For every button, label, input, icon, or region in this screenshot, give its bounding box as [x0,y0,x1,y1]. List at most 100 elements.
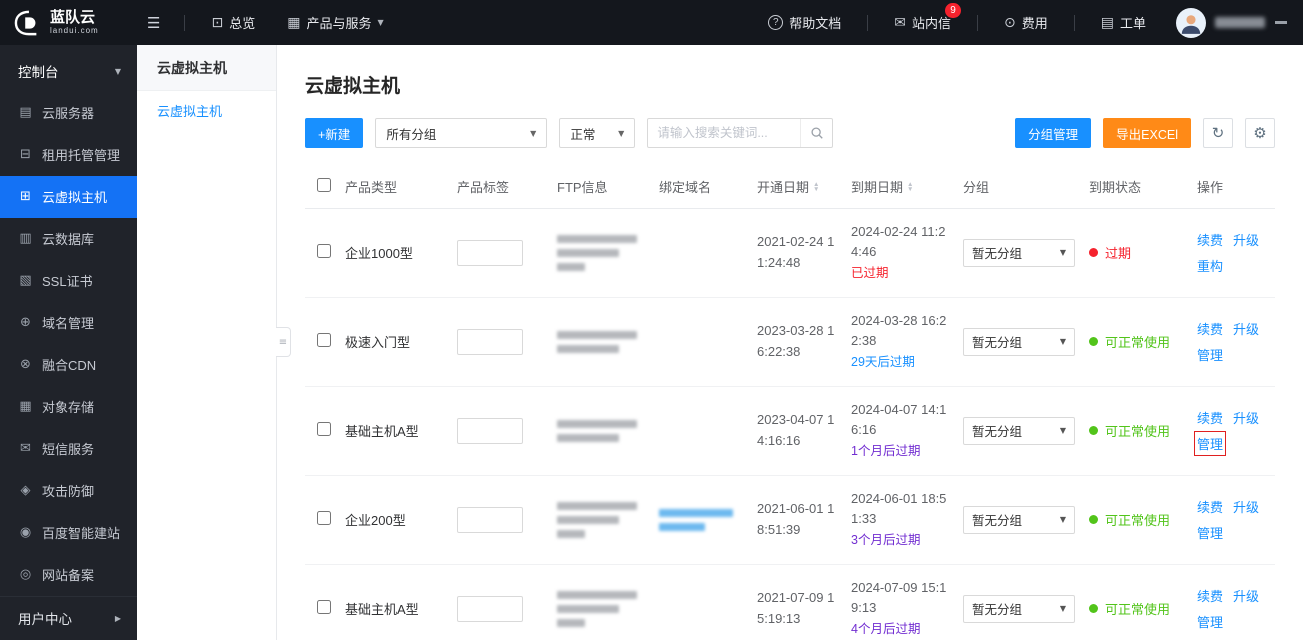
brand-logo[interactable]: 蓝队云 landui.com [0,10,137,36]
nav-help-docs[interactable]: ? 帮助文档 [752,0,857,45]
sidebar-item[interactable]: ⊗ 融合CDN [0,344,137,386]
group-select[interactable]: 暂无分组 ▼ [963,505,1075,534]
renew-link[interactable]: 续费 [1197,230,1223,249]
group-filter-value: 所有分组 [386,127,437,142]
nav-billing[interactable]: ⊙ 费用 [988,0,1064,45]
select-all-checkbox[interactable] [317,178,331,193]
renew-link[interactable]: 续费 [1197,408,1223,427]
refresh-button[interactable]: ↻ [1203,118,1233,148]
nav-products[interactable]: ▦ 产品与服务 ▼ [271,0,399,45]
new-button[interactable]: +新建 [305,118,364,148]
sidebar-item[interactable]: ⊕ 域名管理 [0,302,137,344]
status-badge: 可正常使用 [1089,599,1191,618]
group-filter-select[interactable]: 所有分组 ▼ [375,118,548,148]
avatar[interactable] [1176,7,1206,38]
chevron-down-icon: ▼ [1059,426,1066,435]
group-select[interactable]: 暂无分组 ▼ [963,327,1075,356]
sidebar-item[interactable]: ⊟ 租用托管管理 [0,134,137,176]
chevron-down-icon: ▼ [530,128,537,138]
product-type: 企业1000型 [345,208,457,298]
row-checkbox[interactable] [317,244,331,258]
status-filter-select[interactable]: 正常 ▼ [559,118,636,148]
sidebar-item-label: 云虚拟主机 [42,190,108,206]
group-manage-button[interactable]: 分组管理 [1015,118,1092,148]
database-icon: ▥ [19,231,32,247]
group-select[interactable]: 暂无分组 ▼ [963,238,1075,267]
sidebar-collapse-icon[interactable]: ☰ [147,14,160,32]
row-checkbox[interactable] [317,333,331,347]
upgrade-link[interactable]: 升级 [1233,230,1259,249]
sidebar-item[interactable]: ▦ 对象存储 [0,386,137,428]
upgrade-link[interactable]: 升级 [1233,586,1259,605]
manage-link[interactable]: 管理 [1197,523,1223,542]
submenu-toggle-handle[interactable]: ≡ [276,327,291,357]
row-checkbox[interactable] [317,511,331,525]
row-checkbox[interactable] [317,600,331,614]
row-actions: 续费 升级 管理 [1197,497,1277,542]
sidebar-item-user-center[interactable]: 用户中心 ▶ [0,595,137,640]
sidebar-item[interactable]: ▧ SSL证书 [0,260,137,302]
product-tag-input[interactable] [457,328,523,355]
search-input[interactable] [648,126,801,140]
renew-link[interactable]: 续费 [1197,319,1223,338]
manage-link[interactable]: 管理 [1197,345,1223,364]
body-wrapper: 控制台 ▼ ▤ 云服务器 ⊟ 租用托管管理 ⊞ 云虚拟主机 ▥ 云数据库 ▧ SSL证书 ⊕ 域名管理… [0,45,1303,640]
group-select[interactable]: 暂无分组 ▼ [963,594,1075,623]
column-header: 到期状态 [1089,166,1197,209]
sidebar-item-label: 云数据库 [42,232,95,248]
upgrade-link[interactable]: 升级 [1233,408,1259,427]
submenu-item[interactable]: 云虚拟主机 [137,91,276,133]
row-checkbox[interactable] [317,422,331,436]
nav-overview[interactable]: ⊡ 总览 [195,0,271,45]
nav-tickets[interactable]: ▤ 工单 [1085,0,1162,45]
bound-domain-redacted [659,508,751,531]
help-icon: ? [768,15,784,30]
search-button[interactable] [800,119,832,147]
sidebar-item[interactable]: ✉ 短信服务 [0,428,137,470]
icp-record-icon: ◎ [19,567,32,583]
manage-link[interactable]: 管理 [1193,431,1227,456]
renew-link[interactable]: 续费 [1197,497,1223,516]
ssl-cert-icon: ▧ [19,273,32,289]
site-builder-icon: ◉ [19,525,32,541]
rebuild-link[interactable]: 重构 [1197,256,1223,275]
main-content: 云虚拟主机 +新建 所有分组 ▼ 正常 ▼ 分组管理 [277,45,1303,640]
shield-icon: ◈ [20,483,31,499]
sidebar-item[interactable]: ◎ 网站备案 [0,554,137,596]
sidebar-item[interactable]: ▤ 云服务器 [0,92,137,134]
sort-icon[interactable]: ▲ ▼ [907,181,913,193]
column-header[interactable]: 开通日期 ▲ ▼ [757,166,851,209]
product-tag-input[interactable] [457,239,523,266]
status-dot-icon [1089,426,1098,435]
username-redacted[interactable] [1215,17,1265,28]
product-tag-input[interactable] [457,417,523,444]
sidebar-section-console[interactable]: 控制台 ▼ [0,51,137,92]
product-tag-input[interactable] [457,595,523,622]
product-tag-input[interactable] [457,506,523,533]
column-header-label: 开通日期 [757,180,810,196]
group-select-value: 暂无分组 [972,425,1023,439]
column-header: 操作 [1197,166,1275,209]
upgrade-link[interactable]: 升级 [1233,319,1259,338]
nav-messages[interactable]: ✉ 站内信 9 [878,0,967,45]
sidebar-item[interactable]: ⊞ 云虚拟主机 [0,175,137,218]
divider [184,14,186,31]
settings-button[interactable]: ⚙ [1245,118,1275,148]
renew-link[interactable]: 续费 [1197,586,1223,605]
sort-icon[interactable]: ▲ ▼ [813,181,819,193]
sidebar-item[interactable]: ◉ 百度智能建站 [0,512,137,554]
search-box [647,118,834,148]
column-header[interactable]: 到期日期 ▲ ▼ [851,166,963,209]
divider [867,14,869,31]
upgrade-link[interactable]: 升级 [1233,497,1259,516]
table-row: 企业200型 2021-06-01 18:51:39 2024-06-01 18:5… [305,475,1277,565]
mail-icon: ✉ [894,14,906,31]
sidebar-item[interactable]: ◈ 攻击防御 [0,470,137,512]
group-select[interactable]: 暂无分组 ▼ [963,416,1075,445]
sidebar-item-label: SSL证书 [42,274,93,290]
status-badge: 过期 [1089,243,1191,262]
manage-link[interactable]: 管理 [1197,612,1223,631]
cloud-server-icon: ▤ [19,105,32,121]
export-excel-button[interactable]: 导出EXCEl [1103,118,1191,148]
sidebar-item[interactable]: ▥ 云数据库 [0,218,137,260]
